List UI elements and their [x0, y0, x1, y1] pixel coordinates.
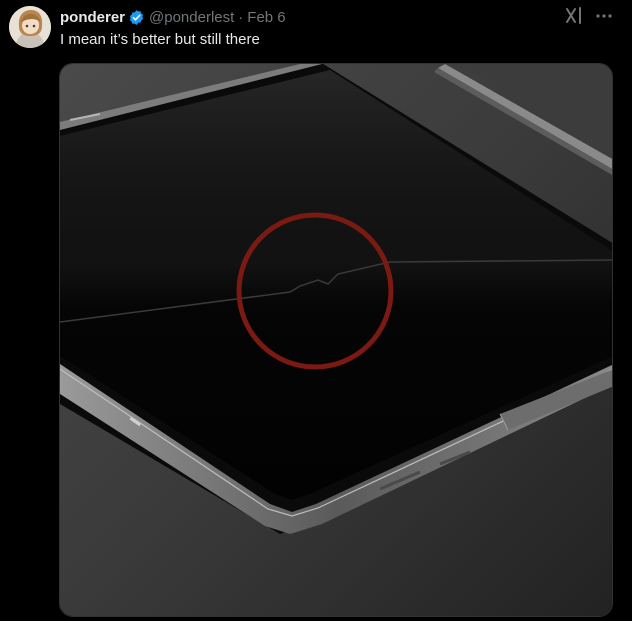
media-image[interactable]	[59, 63, 613, 617]
separator: ·	[238, 8, 244, 26]
foldable-phone-photo	[60, 64, 612, 616]
display-name[interactable]: ponderer	[60, 9, 125, 26]
grok-icon[interactable]	[564, 6, 584, 26]
verified-badge-icon	[129, 9, 144, 25]
more-options-icon[interactable]	[594, 6, 614, 26]
tweet[interactable]: ponderer @ponderlest · Feb 6 I mean it’s…	[0, 0, 632, 621]
handle[interactable]: @ponderlest	[149, 9, 234, 26]
avatar-image	[9, 6, 51, 48]
avatar[interactable]	[9, 6, 51, 48]
tweet-header: ponderer @ponderlest · Feb 6	[60, 7, 286, 27]
tweet-text: I mean it’s better but still there	[60, 31, 260, 48]
timestamp[interactable]: Feb 6	[247, 9, 285, 26]
